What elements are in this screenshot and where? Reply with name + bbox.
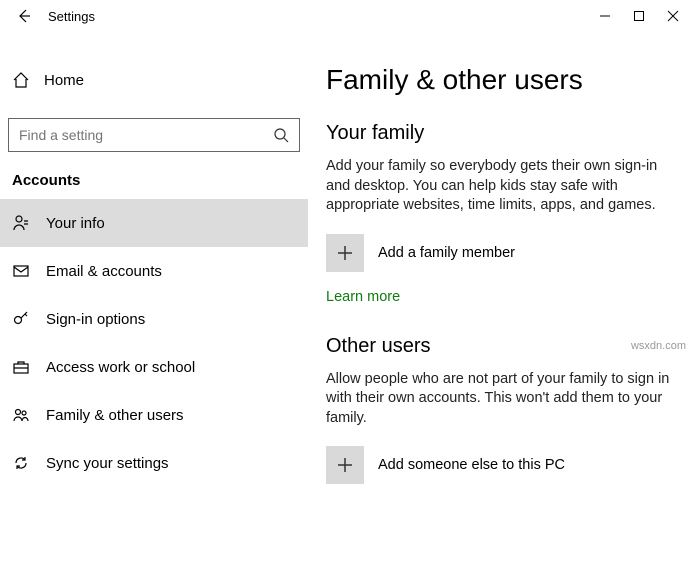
- home-nav[interactable]: Home: [0, 60, 308, 100]
- window-controls: [588, 0, 690, 32]
- other-users-heading: Other users: [326, 335, 676, 358]
- key-icon: [12, 310, 30, 328]
- sidebar-item-label: Family & other users: [46, 407, 184, 424]
- person-icon: [12, 214, 30, 232]
- main-content: Family & other users Your family Add you…: [308, 32, 694, 575]
- sidebar-item-sync-settings[interactable]: Sync your settings: [0, 439, 308, 487]
- maximize-button[interactable]: [622, 0, 656, 32]
- back-button[interactable]: [8, 0, 40, 32]
- add-family-member-button[interactable]: Add a family member: [326, 234, 676, 272]
- sidebar-item-work-school[interactable]: Access work or school: [0, 343, 308, 391]
- sidebar-item-family-other-users[interactable]: Family & other users: [0, 391, 308, 439]
- titlebar: Settings: [0, 0, 694, 32]
- search-box[interactable]: [8, 118, 300, 152]
- group-heading: Accounts: [0, 152, 308, 199]
- add-family-label: Add a family member: [378, 245, 515, 261]
- page-title: Family & other users: [326, 64, 676, 96]
- sidebar-item-label: Sync your settings: [46, 455, 169, 472]
- sidebar-item-label: Your info: [46, 215, 105, 232]
- briefcase-icon: [12, 358, 30, 376]
- close-button[interactable]: [656, 0, 690, 32]
- add-other-user-button[interactable]: Add someone else to this PC: [326, 446, 676, 484]
- sidebar-item-signin-options[interactable]: Sign-in options: [0, 295, 308, 343]
- plus-icon: [326, 446, 364, 484]
- family-heading: Your family: [326, 122, 676, 145]
- other-users-description: Allow people who are not part of your fa…: [326, 370, 676, 429]
- people-icon: [12, 406, 30, 424]
- sidebar-item-label: Sign-in options: [46, 311, 145, 328]
- mail-icon: [12, 262, 30, 280]
- watermark: wsxdn.com: [631, 340, 686, 352]
- sync-icon: [12, 454, 30, 472]
- sidebar-item-label: Access work or school: [46, 359, 195, 376]
- sidebar-item-your-info[interactable]: Your info: [0, 199, 308, 247]
- sidebar-item-label: Email & accounts: [46, 263, 162, 280]
- search-input[interactable]: [19, 127, 273, 143]
- family-description: Add your family so everybody gets their …: [326, 157, 676, 216]
- sidebar-item-email-accounts[interactable]: Email & accounts: [0, 247, 308, 295]
- add-other-label: Add someone else to this PC: [378, 457, 565, 473]
- window-title: Settings: [48, 9, 95, 24]
- plus-icon: [326, 234, 364, 272]
- learn-more-link[interactable]: Learn more: [326, 289, 400, 305]
- search-icon: [273, 127, 289, 143]
- home-label: Home: [44, 72, 84, 89]
- minimize-button[interactable]: [588, 0, 622, 32]
- sidebar: Home Accounts Your info Email & accounts: [0, 32, 308, 575]
- home-icon: [12, 71, 30, 89]
